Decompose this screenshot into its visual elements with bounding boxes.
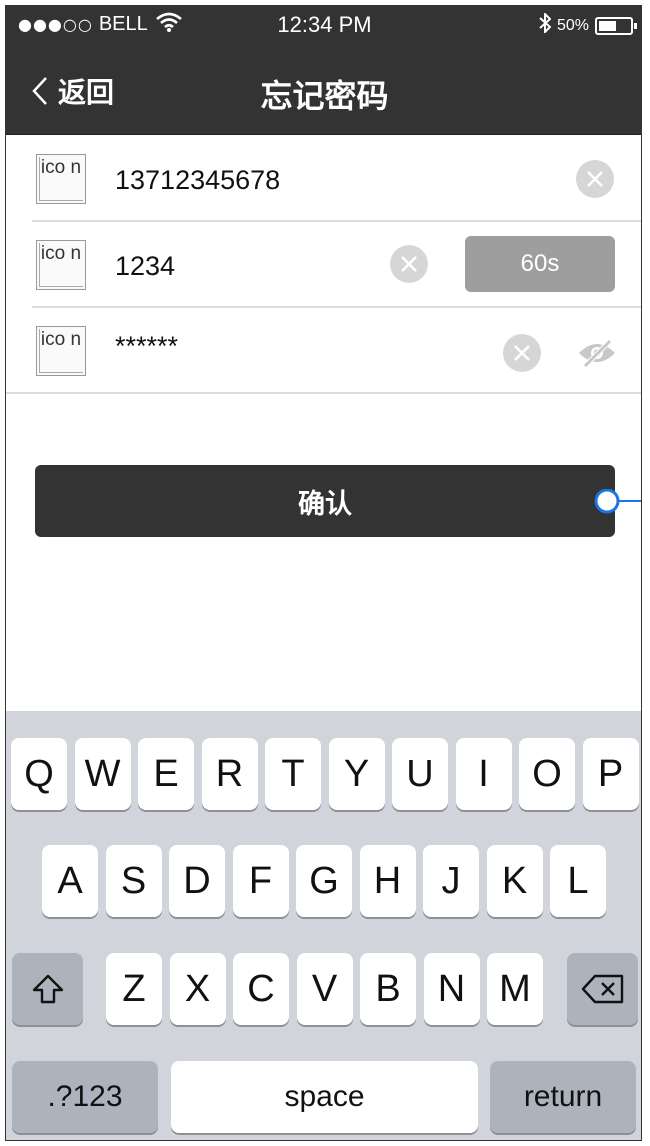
status-right: 50%: [539, 11, 637, 38]
key-a[interactable]: A: [42, 845, 98, 917]
key-p[interactable]: P: [582, 738, 639, 810]
phone-screen: ●●●○○ BELL 12:34 PM 50% 返回 忘记密码 ico n 13…: [5, 5, 642, 1141]
clear-password-button[interactable]: [503, 334, 541, 372]
password-icon: ico n: [36, 326, 86, 376]
status-bar: ●●●○○ BELL 12:34 PM 50%: [6, 5, 641, 45]
key-x[interactable]: X: [169, 953, 226, 1025]
battery-percent: 50%: [556, 16, 589, 34]
navigation-bar: 返回 忘记密码: [6, 45, 641, 135]
code-icon: ico n: [36, 240, 86, 290]
clear-phone-button[interactable]: [576, 160, 614, 198]
key-l[interactable]: L: [550, 845, 606, 917]
key-c[interactable]: C: [233, 953, 289, 1025]
close-icon: [401, 256, 417, 272]
key-j[interactable]: J: [423, 845, 479, 917]
phone-input[interactable]: [115, 160, 415, 200]
eye-slash-icon: [579, 339, 615, 368]
key-r[interactable]: R: [201, 738, 258, 810]
connector-handle-icon[interactable]: [594, 489, 642, 525]
backspace-icon: [581, 974, 623, 1004]
phone-row: ico n: [32, 136, 641, 222]
key-w[interactable]: W: [74, 738, 131, 810]
key-z[interactable]: Z: [106, 953, 162, 1025]
clear-code-button[interactable]: [390, 245, 428, 283]
key-b[interactable]: B: [360, 953, 416, 1025]
return-key[interactable]: return: [490, 1061, 636, 1133]
reset-password-form: ico n ico n 60s ico n: [6, 136, 641, 394]
key-g[interactable]: G: [296, 845, 352, 917]
battery-icon: [595, 16, 637, 35]
key-d[interactable]: D: [169, 845, 225, 917]
key-f[interactable]: F: [232, 845, 289, 917]
close-icon: [587, 171, 603, 187]
shift-icon: [32, 974, 63, 1004]
password-row: ico n: [6, 308, 641, 394]
bluetooth-icon: [539, 11, 552, 38]
key-q[interactable]: Q: [11, 738, 67, 810]
key-e[interactable]: E: [138, 738, 194, 810]
key-k[interactable]: K: [486, 845, 543, 917]
keyboard: QWERTYUIOP ASDFGHJKL ZXCVBNM .?123 space…: [6, 711, 641, 1140]
key-h[interactable]: H: [359, 845, 416, 917]
key-t[interactable]: T: [265, 738, 321, 810]
numbers-key[interactable]: .?123: [12, 1061, 158, 1133]
key-i[interactable]: I: [455, 738, 512, 810]
key-m[interactable]: M: [487, 953, 543, 1025]
chevron-left-icon: [32, 77, 47, 105]
key-n[interactable]: N: [423, 953, 480, 1025]
password-input[interactable]: [115, 326, 355, 366]
key-y[interactable]: Y: [328, 738, 385, 810]
confirm-button[interactable]: 确认: [35, 465, 615, 537]
verification-code-row: ico n 60s: [32, 222, 641, 308]
verification-code-input[interactable]: [115, 246, 355, 286]
back-label: 返回: [58, 76, 115, 109]
back-button[interactable]: 返回: [32, 71, 114, 111]
close-icon: [514, 345, 530, 361]
key-u[interactable]: U: [392, 738, 448, 810]
shift-key[interactable]: [12, 953, 83, 1025]
space-key[interactable]: space: [171, 1061, 478, 1133]
resend-code-countdown-button[interactable]: 60s: [465, 236, 615, 292]
key-s[interactable]: S: [105, 845, 162, 917]
key-o[interactable]: O: [519, 738, 575, 810]
key-v[interactable]: V: [296, 953, 353, 1025]
backspace-key[interactable]: [567, 953, 638, 1025]
toggle-password-visibility-button[interactable]: [577, 338, 617, 372]
phone-icon: ico n: [36, 154, 86, 204]
